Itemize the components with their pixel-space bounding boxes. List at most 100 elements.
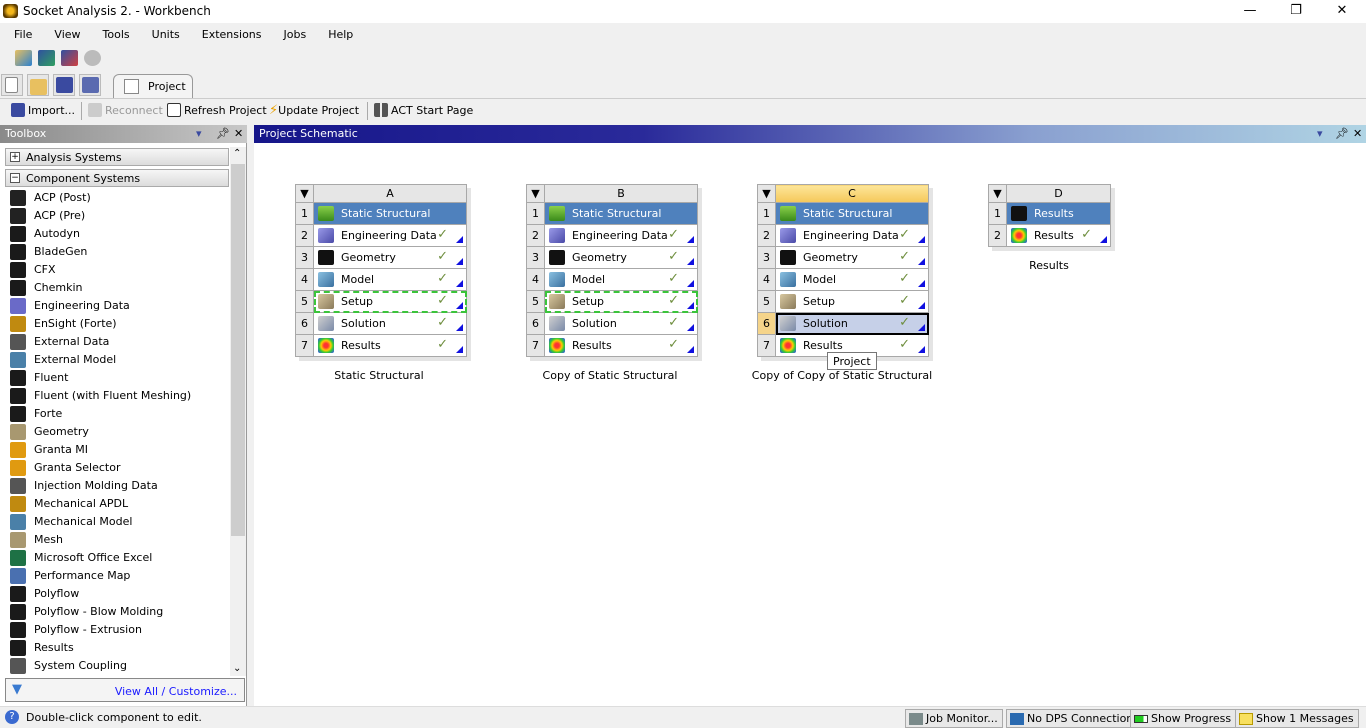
cell-label[interactable]: Engineering Data [341, 229, 437, 242]
filter-icon[interactable]: ▼ [12, 682, 22, 697]
scrollbar-thumb[interactable] [231, 164, 245, 536]
toolbox-item[interactable]: Granta Selector [10, 459, 228, 477]
toolbox-item[interactable]: ACP (Post) [10, 189, 228, 207]
system-cell-row[interactable]: 6 Solution ✓ [526, 312, 698, 335]
system-menu-icon[interactable]: ▼ [988, 184, 1007, 203]
close-panel-icon[interactable]: ✕ [1353, 127, 1362, 140]
system-cell-row[interactable]: 4 Model ✓ [526, 268, 698, 291]
scroll-up-icon[interactable]: ⌃ [233, 148, 241, 159]
toolbox-item[interactable]: Fluent [10, 369, 228, 387]
cell-label[interactable]: Model [803, 273, 836, 286]
expand-toggle-icon[interactable]: − [10, 173, 20, 183]
close-panel-icon[interactable]: ✕ [234, 127, 243, 140]
system-cell-row[interactable]: 4 Model ✓ [757, 268, 929, 291]
menu-file[interactable]: File [0, 24, 41, 41]
cell-label[interactable]: Static Structural [572, 207, 661, 220]
toolbox-group-component-systems[interactable]: − Component Systems [5, 169, 229, 187]
pin-icon[interactable]: 📌︎ [216, 127, 230, 140]
system-name-label[interactable]: Copy of Static Structural [510, 369, 710, 382]
import-button[interactable]: Import... [11, 103, 75, 117]
new-project-button[interactable] [1, 74, 23, 96]
system-a[interactable]: ▼ A 1 Static Structural 2 Engineering Data ✓ 3 G… [295, 184, 467, 357]
toolbox-item[interactable]: Fluent (with Fluent Meshing) [10, 387, 228, 405]
toolbox-item[interactable]: External Data [10, 333, 228, 351]
maximize-button[interactable]: ❐ [1273, 2, 1319, 20]
cell-label[interactable]: Setup [572, 295, 604, 308]
cell-label[interactable]: Results [1034, 207, 1074, 220]
system-cell-row[interactable]: 7 Results ✓ [526, 334, 698, 357]
toolbox-item[interactable]: Performance Map [10, 567, 228, 585]
pin-icon[interactable]: 📌︎ [1335, 127, 1349, 140]
refresh-project-button[interactable]: Refresh Project [167, 103, 267, 117]
system-cell-row[interactable]: 1 Results [988, 202, 1111, 225]
cell-label[interactable]: Engineering Data [572, 229, 668, 242]
system-cell-row[interactable]: 3 Geometry ✓ [757, 246, 929, 269]
view-all-customize-link[interactable]: View All / Customize... [115, 685, 237, 698]
toolbox-item[interactable]: Microsoft Office Excel [10, 549, 228, 567]
system-menu-icon[interactable]: ▼ [295, 184, 314, 203]
toolbox-item[interactable]: Mesh [10, 531, 228, 549]
system-c[interactable]: ▼ C 1 Static Structural 2 Engineering Data ✓ 3 G… [757, 184, 929, 357]
menu-view[interactable]: View [41, 24, 89, 41]
toolbox-item[interactable]: Polyflow - Blow Molding [10, 603, 228, 621]
system-cell-row[interactable]: 2 Engineering Data ✓ [295, 224, 467, 247]
show-messages-button[interactable]: Show 1 Messages [1235, 709, 1359, 728]
cell-label[interactable]: Static Structural [803, 207, 892, 220]
scroll-down-icon[interactable]: ⌄ [233, 663, 241, 674]
save-project-button[interactable] [53, 74, 75, 96]
cell-label[interactable]: Geometry [341, 251, 396, 264]
toolbox-item[interactable]: Engineering Data [10, 297, 228, 315]
toolbox-item[interactable]: CFX [10, 261, 228, 279]
system-name-label[interactable]: Results [949, 259, 1149, 272]
open-project-button[interactable] [27, 74, 49, 96]
menu-tools[interactable]: Tools [90, 24, 139, 41]
close-button[interactable]: ✕ [1319, 2, 1365, 20]
toolbox-item[interactable]: Mechanical APDL [10, 495, 228, 513]
system-menu-icon[interactable]: ▼ [757, 184, 776, 203]
cell-label[interactable]: Results [341, 339, 381, 352]
toolbox-item[interactable]: BladeGen [10, 243, 228, 261]
cell-label[interactable]: Setup [341, 295, 373, 308]
system-cell-row[interactable]: 2 Engineering Data ✓ [757, 224, 929, 247]
cell-label[interactable]: Solution [341, 317, 386, 330]
system-cell-row[interactable]: 7 Results ✓ [295, 334, 467, 357]
minimize-button[interactable]: — [1227, 2, 1273, 20]
toolbox-item[interactable]: Granta MI [10, 441, 228, 459]
cell-label[interactable]: Engineering Data [803, 229, 899, 242]
menu-extensions[interactable]: Extensions [189, 24, 271, 41]
cell-label[interactable]: Geometry [803, 251, 858, 264]
update-project-button[interactable]: ⚡Update Project [269, 103, 359, 118]
system-cell-row[interactable]: 5 Setup ✓ [295, 290, 467, 313]
cell-label[interactable]: Solution [803, 317, 848, 330]
toolbox-item[interactable]: System Coupling [10, 657, 228, 675]
system-cell-row[interactable]: 6 Solution ✓ [295, 312, 467, 335]
system-b[interactable]: ▼ B 1 Static Structural 2 Engineering Data ✓ 3 G… [526, 184, 698, 357]
cell-label[interactable]: Model [341, 273, 374, 286]
show-progress-button[interactable]: Show Progress [1130, 709, 1237, 728]
system-cell-row[interactable]: 1 Static Structural [526, 202, 698, 225]
menu-help[interactable]: Help [315, 24, 362, 41]
system-cell-row[interactable]: 4 Model ✓ [295, 268, 467, 291]
cell-label[interactable]: Setup [803, 295, 835, 308]
system-cell-row[interactable]: 3 Geometry ✓ [295, 246, 467, 269]
system-cell-row[interactable]: 6 Solution ✓ [757, 312, 929, 335]
system-cell-row[interactable]: 5 Setup ✓ [757, 290, 929, 313]
system-cell-row[interactable]: 1 Static Structural [757, 202, 929, 225]
cell-label[interactable]: Geometry [572, 251, 627, 264]
dropdown-icon[interactable]: ▾ [196, 127, 202, 140]
cell-label[interactable]: Model [572, 273, 605, 286]
job-monitor-button[interactable]: Job Monitor... [905, 709, 1003, 728]
system-cell-row[interactable]: 5 Setup ✓ [526, 290, 698, 313]
system-cell-row[interactable]: 1 Static Structural [295, 202, 467, 225]
toolbox-item[interactable]: Geometry [10, 423, 228, 441]
system-d[interactable]: ▼ D 1 Results 2 Results ✓ [988, 184, 1111, 247]
toolbox-item[interactable]: Results [10, 639, 228, 657]
toolbox-item[interactable]: External Model [10, 351, 228, 369]
system-menu-icon[interactable]: ▼ [526, 184, 545, 203]
menu-jobs[interactable]: Jobs [271, 24, 316, 41]
save-remote-icon[interactable] [38, 50, 55, 66]
toolbox-item[interactable]: Polyflow - Extrusion [10, 621, 228, 639]
system-cell-row[interactable]: 2 Results ✓ [988, 224, 1111, 247]
cell-label[interactable]: Results [803, 339, 843, 352]
menu-units[interactable]: Units [139, 24, 189, 41]
